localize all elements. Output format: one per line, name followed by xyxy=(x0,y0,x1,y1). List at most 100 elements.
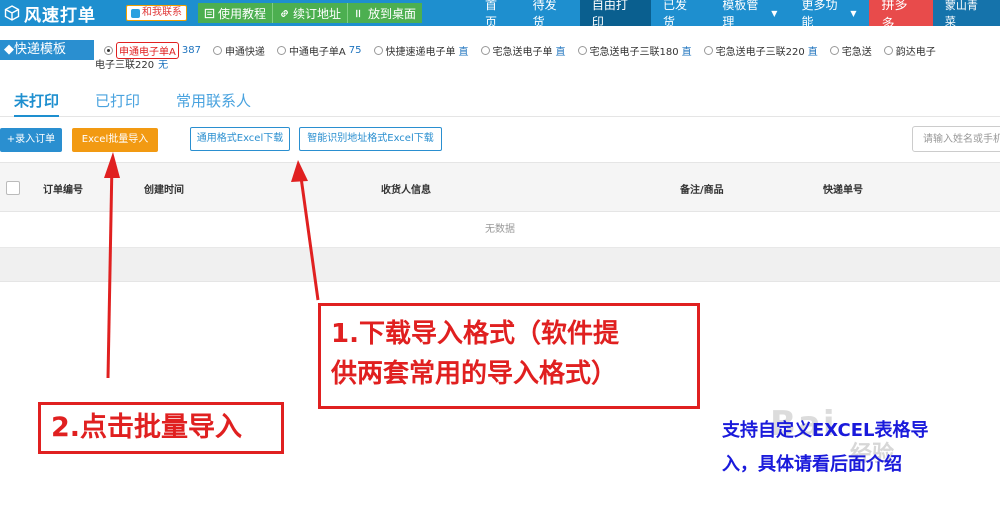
link-icon xyxy=(281,9,288,17)
column-remark: 备注/商品 xyxy=(680,185,724,196)
column-order-number: 订单编号 xyxy=(43,185,83,196)
tab-unprinted[interactable]: 未打印 xyxy=(14,84,60,117)
table-footer xyxy=(0,248,1000,282)
nav-free-print-label: 自由打印 xyxy=(591,0,628,29)
nav-home[interactable]: 首页 xyxy=(473,0,521,29)
nav-pending-label: 待发货 xyxy=(532,0,557,29)
nav-home-label: 首页 xyxy=(485,0,498,29)
nav-shipped[interactable]: 已发货 xyxy=(651,0,710,29)
radio-button[interactable] xyxy=(577,45,587,55)
template-option[interactable]: 中通电子单A 75 xyxy=(276,43,362,58)
template-name: 宅急送 xyxy=(841,46,872,58)
template-name: 中通电子单A xyxy=(288,46,346,58)
radio-button[interactable] xyxy=(373,45,383,55)
annotation-line: 1.下载导入格式（软件提 xyxy=(331,319,619,349)
template-name: 韵达电子 xyxy=(895,46,936,58)
nav-free-print[interactable]: 自由打印 xyxy=(579,0,651,29)
radio-button[interactable] xyxy=(883,45,893,55)
tab-contacts[interactable]: 常用联系人 xyxy=(176,84,251,117)
download-smart-excel-button[interactable]: 智能识别地址格式Excel下载 xyxy=(299,127,442,151)
template-tag-label: 快递模板 xyxy=(14,42,67,57)
template-option[interactable]: 快捷速递电子单 直 xyxy=(373,43,469,58)
annotation-batch-import: 2.点击批量导入 xyxy=(38,402,284,454)
radio-button[interactable] xyxy=(829,45,839,55)
annotation-download-format: 1.下载导入格式（软件提 供两套常用的导入格式） xyxy=(318,303,700,409)
template-name: 宅急送电子三联180 xyxy=(589,46,679,58)
tab-printed-label: 已打印 xyxy=(95,92,141,110)
template-option[interactable]: 韵达电子 xyxy=(883,43,936,58)
contact-button[interactable]: 和我联系 xyxy=(126,5,187,21)
radio-button[interactable] xyxy=(104,45,113,55)
nav-pinduoduo[interactable]: 拼多多 xyxy=(868,0,933,32)
template-option[interactable]: 申通快递 xyxy=(212,43,265,58)
renew-link[interactable]: 续订地址 xyxy=(273,3,349,23)
template-wrap-line: 电子三联220 无 xyxy=(95,56,168,71)
table-header: 订单编号 创建时间 收货人信息 备注/商品 快递单号 xyxy=(0,162,1000,212)
annotation-line: 支持自定义EXCEL表格导 xyxy=(722,420,929,441)
column-tracking: 快递单号 xyxy=(823,185,863,196)
template-count: 直 xyxy=(681,46,692,58)
empty-state: 无数据 xyxy=(0,212,1000,248)
nav-more-label: 更多功能 xyxy=(801,0,838,29)
template-name: 宅急送电子三联220 xyxy=(715,46,805,58)
contact-label: 和我联系 xyxy=(142,7,182,18)
nav-template-manage-label: 模板管理 xyxy=(722,0,759,29)
template-wrap-text: 电子三联220 xyxy=(95,60,155,71)
nav-pending[interactable]: 待发货 xyxy=(521,0,580,29)
annotation-line: 入，具体请看后面介绍 xyxy=(722,454,902,475)
order-tabs: 未打印 已打印 常用联系人 xyxy=(0,84,1000,117)
tab-printed[interactable]: 已打印 xyxy=(95,84,140,117)
renew-label: 续订地址 xyxy=(293,6,342,21)
template-count: 直 xyxy=(458,46,469,58)
nav-pinduoduo-label: 拼多多 xyxy=(881,0,908,32)
top-links: 使用教程 续订地址 放到桌面 xyxy=(198,3,423,23)
template-tag: ◆快递模板 xyxy=(0,40,94,60)
column-created-time: 创建时间 xyxy=(144,185,184,196)
column-recipient: 收货人信息 xyxy=(381,185,431,196)
nav-template-manage[interactable]: 模板管理 ▼ xyxy=(710,0,789,29)
annotation-line: 供两套常用的导入格式） xyxy=(331,359,618,389)
template-wrap-count: 无 xyxy=(158,60,169,71)
template-name: 快捷速递电子单 xyxy=(385,46,456,58)
template-options: 申通电子单A 387 申通快递 中通电子单A 75 快捷速递电子单 直 宅急送电… xyxy=(104,40,1000,60)
tab-contacts-label: 常用联系人 xyxy=(176,92,252,110)
template-option[interactable]: 宅急送电子三联180 直 xyxy=(577,43,692,58)
tutorial-link[interactable]: 使用教程 xyxy=(198,3,274,23)
download-general-excel-button[interactable]: 通用格式Excel下载 xyxy=(190,127,290,151)
template-count: 直 xyxy=(555,46,566,58)
search-input[interactable] xyxy=(912,126,1000,152)
desktop-label: 放到桌面 xyxy=(368,6,417,21)
nav-user[interactable]: 蒙山青菜 xyxy=(932,0,1000,28)
template-name: 申通快递 xyxy=(224,46,265,58)
main-nav: 首页 待发货 自由打印 已发货 模板管理 ▼ 更多功能 ▼ 拼多多 蒙山青菜 xyxy=(473,0,1000,32)
cube-icon xyxy=(4,5,20,21)
radio-button[interactable] xyxy=(212,45,222,55)
caret-down-icon: ▼ xyxy=(771,8,778,18)
annotation-custom-excel: 支持自定义EXCEL表格导 入，具体请看后面介绍 xyxy=(722,414,1000,482)
template-count: 387 xyxy=(181,44,201,56)
nav-more[interactable]: 更多功能 ▼ xyxy=(789,0,868,29)
app-title: 风速打单 xyxy=(24,5,96,26)
desktop-icon xyxy=(356,9,361,17)
diamond-icon: ◆ xyxy=(4,42,14,57)
template-option[interactable]: 宅急送电子单 直 xyxy=(480,43,566,58)
top-bar: 风速打单 和我联系 使用教程 续订地址 放到桌面 首页 待发货 自由打印 已发货… xyxy=(0,0,1000,32)
template-option[interactable]: 宅急送 xyxy=(829,43,872,58)
template-name: 宅急送电子单 xyxy=(492,46,553,58)
radio-button[interactable] xyxy=(703,45,713,55)
template-option[interactable]: 宅急送电子三联220 直 xyxy=(703,43,818,58)
add-order-button[interactable]: +录入订单 xyxy=(0,128,62,152)
tab-unprinted-label: 未打印 xyxy=(14,92,60,110)
user-name: 蒙山青菜 xyxy=(944,0,978,28)
app-logo[interactable]: 风速打单 xyxy=(4,3,96,26)
select-all-checkbox[interactable] xyxy=(6,181,20,195)
radio-button[interactable] xyxy=(276,45,286,55)
radio-button[interactable] xyxy=(480,45,490,55)
excel-import-button[interactable]: Excel批量导入 xyxy=(72,128,158,152)
nav-shipped-label: 已发货 xyxy=(663,0,688,29)
template-count: 直 xyxy=(807,46,818,58)
book-icon xyxy=(204,8,215,18)
desktop-link[interactable]: 放到桌面 xyxy=(348,3,422,23)
template-count: 75 xyxy=(348,44,362,56)
chat-icon xyxy=(131,8,140,18)
